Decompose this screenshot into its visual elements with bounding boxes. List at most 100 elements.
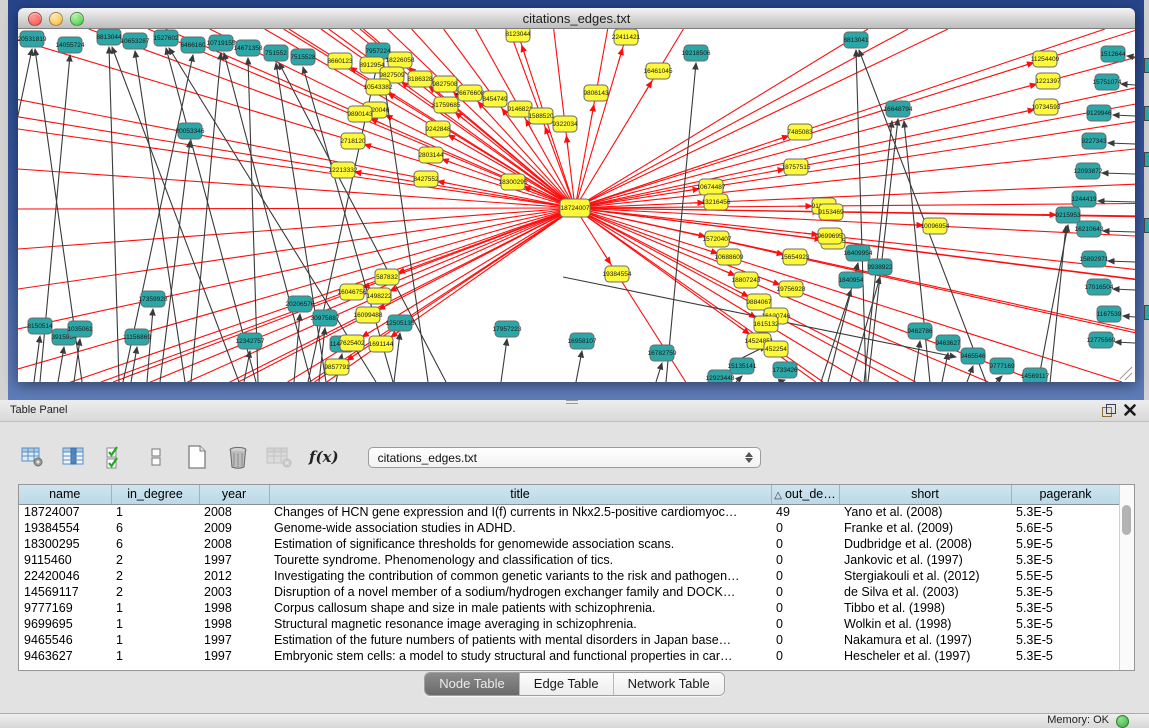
column-header-name[interactable]: name [19,485,111,504]
table-cell: de Silva et al. (2003) [839,584,1011,600]
table-header-row[interactable]: namein_degreeyeartitle△out_de…shortpager… [19,485,1120,504]
graph-node-label: 11254409 [1031,56,1060,63]
table-cell: 14569117 [19,584,111,600]
scrollbar-thumb[interactable] [1122,505,1131,535]
table-row[interactable]: 2242004622012Investigating the contribut… [19,568,1120,584]
graph-edge [522,45,526,58]
graph-node-label: 10719155 [207,40,236,47]
table-cell: Changes of HCN gene expression and I(f) … [269,504,771,520]
table-settings-icon[interactable] [20,444,46,470]
graph-edge [904,121,930,382]
window-titlebar[interactable]: citations_edges.txt [18,8,1135,29]
table-cell: 19384554 [19,520,111,536]
graph-node-label: 19384554 [603,271,632,278]
close-icon[interactable] [1123,403,1137,417]
rows-icon[interactable] [143,444,169,470]
sort-ascending-icon: △ [774,490,782,501]
table-row[interactable]: 911546021997Tourette syndrome. Phenomeno… [19,552,1120,568]
graph-edge [1113,115,1135,116]
table-cell: 0 [771,616,839,632]
table-selector-dropdown[interactable]: citations_edges.txt [368,447,761,468]
graph-node-label: 18724007 [561,205,590,212]
table-cell: 1998 [199,616,269,632]
float-window-icon[interactable] [1102,404,1115,417]
table-cell: Nakamura et al. (1997) [839,632,1011,648]
column-header-out_de[interactable]: △out_de… [771,485,839,504]
graph-node-label: 31759685 [432,102,461,109]
tab-node-table[interactable]: Node Table [425,673,520,695]
graph-node-label: 16461045 [644,68,673,75]
row-selection-icon[interactable] [102,444,128,470]
vertical-scrollbar[interactable] [1119,485,1134,670]
table-cell: Franke et al. (2009) [839,520,1011,536]
graph-edge [804,233,818,235]
table-cell: 5.3E-5 [1011,600,1120,616]
graph-node-label: 15654923 [781,254,810,261]
graph-node-label: 1691144 [369,341,394,348]
graph-edge [1108,143,1135,144]
graph-node-label: 20531819 [18,36,47,43]
table-cell: 5.3E-5 [1011,648,1120,664]
table-cell: 2012 [199,568,269,584]
function-builder-icon[interactable]: f(x) [309,448,339,466]
graph-node-label: 2718120 [340,138,366,145]
table-row[interactable]: 1830029562008Estimation of significance … [19,536,1120,552]
graph-node-label: 9215953 [1055,212,1081,219]
table-tabs: Node TableEdge TableNetwork Table [0,672,1149,696]
graph-edge [942,353,948,382]
table-cell: 0 [771,648,839,664]
delete-icon[interactable] [225,444,251,470]
graph-node-label: 12505135 [386,320,415,327]
select-columns-icon[interactable] [61,444,87,470]
table-cell: 1 [111,504,199,520]
graph-node-label: 10674487 [697,184,726,191]
table-row[interactable]: 977716911998Corpus callosum shape and si… [19,600,1120,616]
tab-edge-table[interactable]: Edge Table [520,673,614,695]
table-cell: 1997 [199,648,269,664]
table-row[interactable]: 1872400712008Changes of HCN gene express… [19,504,1120,520]
graph-edge [591,105,594,119]
memory-ok-indicator-icon[interactable] [1116,715,1129,728]
column-header-in_degree[interactable]: in_degree [111,485,199,504]
tab-network-table[interactable]: Network Table [614,673,724,695]
table-row[interactable]: 969969511998Structural magnetic resonanc… [19,616,1120,632]
status-bar: Memory: OK [0,713,1149,728]
graph-edge [1121,84,1135,85]
table-row[interactable]: 1456911722003Disruption of a novel membe… [19,584,1120,600]
graph-node-label: 12923448 [706,375,735,382]
column-header-pagerank[interactable]: pagerank [1011,485,1120,504]
canvas-resize-grip-icon[interactable] [1120,367,1132,380]
table-cell: 18300295 [19,536,111,552]
table-row[interactable]: 1938455462009Genome-wide association stu… [19,520,1120,536]
new-file-icon[interactable] [184,444,210,470]
table-cell: 5.3E-5 [1011,616,1120,632]
graph-node-label: 587832 [376,274,398,281]
table-row[interactable]: 946554611997Estimation of the future num… [19,632,1120,648]
column-header-year[interactable]: year [199,485,269,504]
graph-node-label: 8454749 [482,96,508,103]
graph-node-label: 16648794 [884,106,913,113]
delete-table-icon[interactable] [266,444,292,470]
column-header-short[interactable]: short [839,485,1011,504]
graph-edge [779,380,785,382]
network-desktop-area: citations_edges.txt 20531819140557248813… [8,0,1144,400]
table-cell: 9115460 [19,552,111,568]
panel-resize-handle[interactable] [566,400,578,406]
graph-node-label: 9153469 [818,209,844,216]
graph-edge [738,326,749,334]
table-cell: 0 [771,600,839,616]
table-row[interactable]: 946362711997Embryonic stem cells: a mode… [19,648,1120,664]
graph-node-label: 12775569 [1087,337,1116,344]
graph-node-label: 17957223 [493,326,522,333]
graph-edge [191,53,221,382]
background-node-sliver [1144,58,1149,73]
graph-node-label: 9827509 [379,72,405,79]
table-cell: 2 [111,584,199,600]
graph-node-label: 9242848 [425,126,451,133]
graph-node-label: 9465546 [960,353,986,360]
table-cell: 1997 [199,552,269,568]
table-cell: 0 [771,568,839,584]
network-canvas[interactable]: 2053181914055724881304410653287152760264… [18,29,1135,382]
table-cell: Jankovic et al. (1997) [839,552,1011,568]
column-header-title[interactable]: title [269,485,771,504]
